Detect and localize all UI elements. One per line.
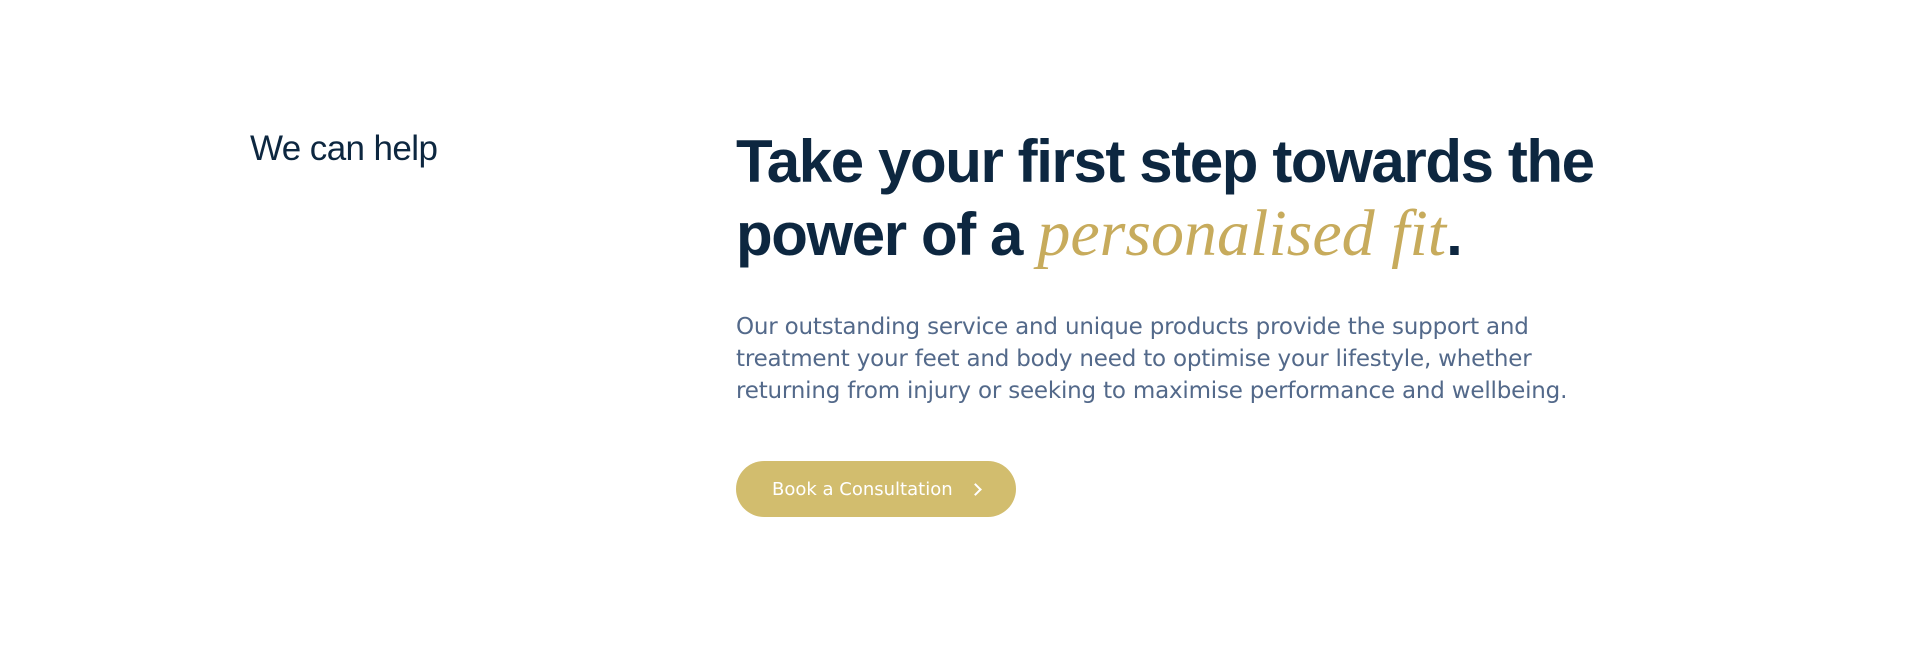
heading-accent: personalised fit xyxy=(1037,197,1447,270)
we-can-help-section: We can help Take your first step towards… xyxy=(0,0,1917,647)
book-consultation-label: Book a Consultation xyxy=(772,478,953,500)
chevron-right-icon xyxy=(968,482,982,496)
heading-line-1: Take your first step towards the xyxy=(736,128,1595,195)
section-eyebrow: We can help xyxy=(250,129,438,168)
section-heading: Take your first step towards the power o… xyxy=(736,126,1696,271)
section-lead-paragraph: Our outstanding service and unique produ… xyxy=(736,314,1568,404)
heading-suffix: . xyxy=(1446,201,1463,268)
heading-line-2-prefix: power of a xyxy=(736,201,1038,268)
section-content: Take your first step towards the power o… xyxy=(736,126,1696,517)
book-consultation-button[interactable]: Book a Consultation xyxy=(736,461,1016,517)
